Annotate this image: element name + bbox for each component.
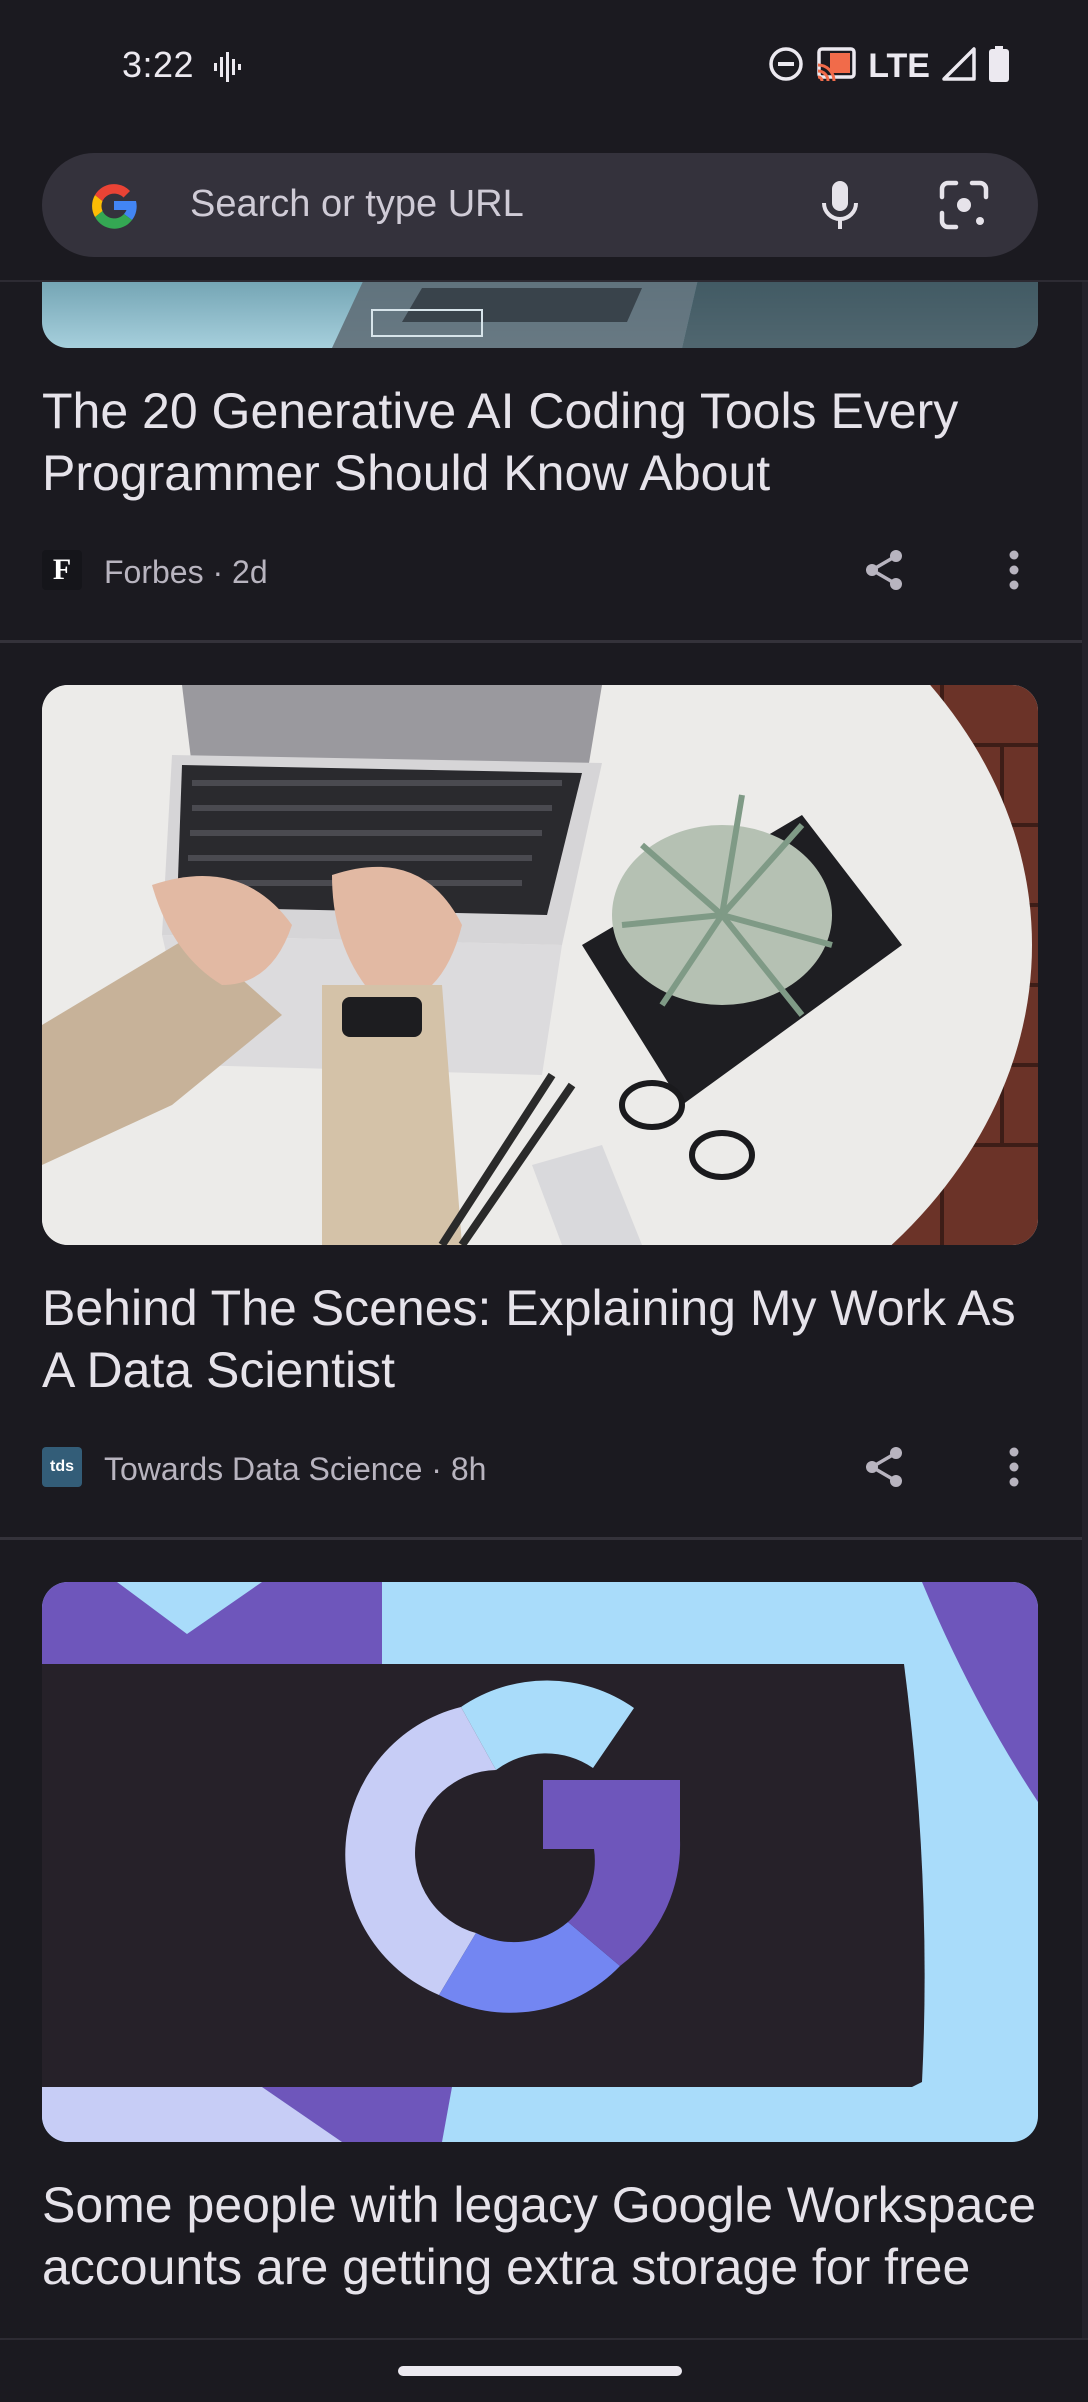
- discover-feed[interactable]: The 20 Generative AI Coding Tools Every …: [0, 282, 1088, 2338]
- more-vert-icon[interactable]: [990, 1443, 1038, 1491]
- publisher-and-age: Towards Data Science · 8h: [104, 1451, 487, 1487]
- card-divider: [0, 640, 1088, 643]
- card-divider: [0, 1537, 1088, 1540]
- article-title[interactable]: Some people with legacy Google Workspace…: [42, 2174, 1042, 2298]
- cast-icon: [816, 46, 857, 86]
- search-input[interactable]: Search or type URL: [190, 183, 524, 226]
- signal-icon: [942, 46, 976, 86]
- omnibox[interactable]: Search or type URL: [42, 153, 1038, 257]
- publisher-logo: F: [42, 550, 82, 590]
- home-gesture-handle[interactable]: [398, 2366, 682, 2376]
- status-icons: LTE: [768, 44, 1010, 88]
- share-icon[interactable]: [860, 546, 908, 594]
- google-g-icon: [88, 180, 140, 232]
- article-meta: tds Towards Data Science · 8h: [42, 1441, 1046, 1493]
- battery-icon: [988, 45, 1010, 87]
- article-image-laptop-glass[interactable]: [42, 282, 1038, 348]
- article-title[interactable]: The 20 Generative AI Coding Tools Every …: [42, 380, 1042, 504]
- publisher-logo: tds: [42, 1447, 82, 1487]
- article-image-laptop-desk[interactable]: [42, 685, 1038, 1245]
- do-not-disturb-icon: [768, 46, 804, 87]
- more-vert-icon[interactable]: [990, 546, 1038, 594]
- article-image-google-logo[interactable]: [42, 1582, 1038, 2142]
- sound-wave-icon: [214, 52, 242, 87]
- lens-camera-icon[interactable]: [934, 175, 994, 235]
- article-meta: F Forbes · 2d: [42, 544, 1046, 596]
- scrollbar-track[interactable]: [1082, 282, 1088, 2338]
- share-icon[interactable]: [860, 1443, 908, 1491]
- microphone-icon[interactable]: [810, 175, 870, 235]
- gesture-nav-bar: [0, 2338, 1088, 2402]
- article-title[interactable]: Behind The Scenes: Explaining My Work As…: [42, 1277, 1042, 1401]
- network-type: LTE: [868, 46, 930, 85]
- status-time: 3:22: [122, 44, 195, 85]
- status-bar: 3:22 LTE: [0, 0, 1088, 130]
- publisher-and-age: Forbes · 2d: [104, 554, 268, 590]
